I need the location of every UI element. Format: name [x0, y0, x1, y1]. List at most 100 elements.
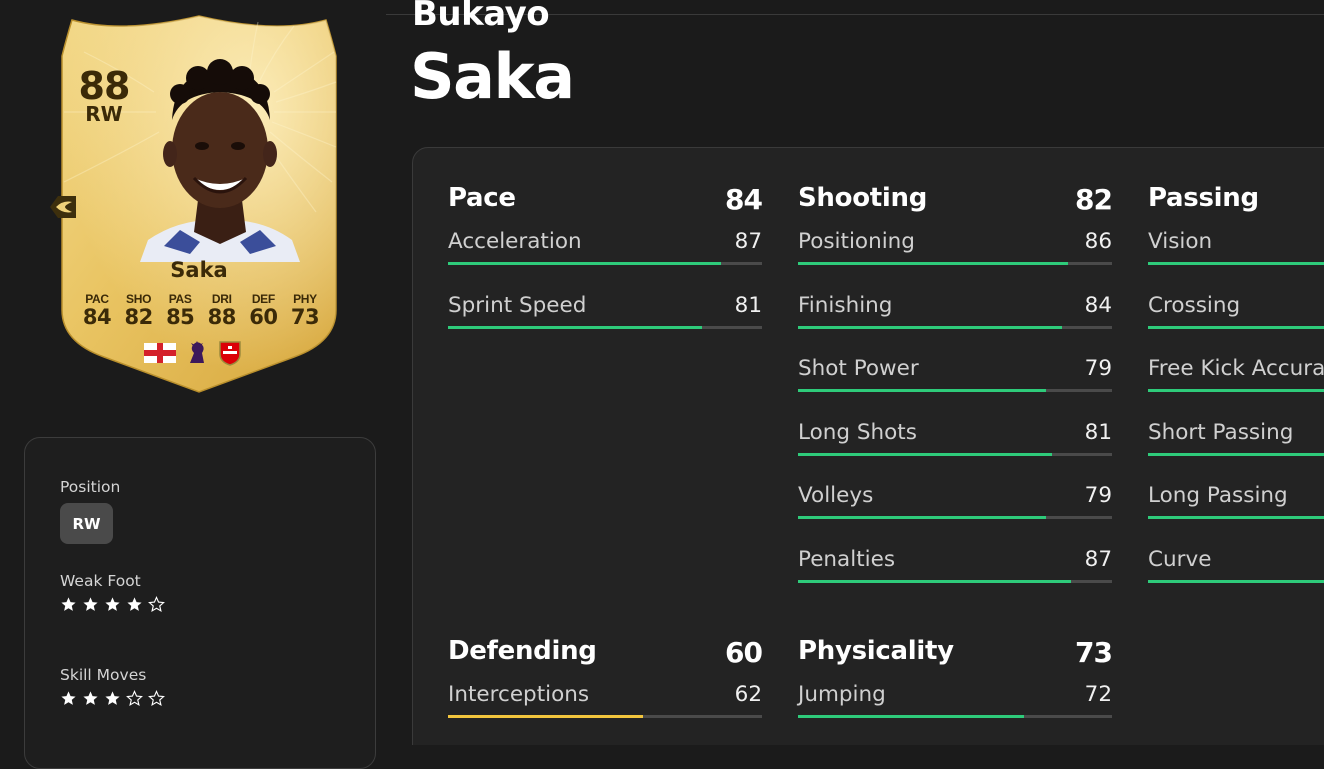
- attribute-bar-track: [798, 715, 1112, 718]
- player-info-panel: Position RW Weak Foot Skill Moves: [24, 437, 376, 769]
- england-flag-icon: [144, 343, 176, 363]
- star-filled-icon: [105, 691, 120, 705]
- star-empty-icon: [126, 690, 143, 707]
- player-first-name: Bukayo: [412, 0, 550, 34]
- group-name: Shooting: [798, 183, 928, 213]
- attribute-row: Shot Power 79: [798, 350, 1112, 414]
- attribute-bar-fill: [448, 325, 703, 329]
- attribute-name: Jumping: [798, 682, 886, 707]
- attribute-bar-fill: [1148, 516, 1324, 519]
- card-stat-pac: PAC 84: [77, 292, 117, 329]
- attribute-row: Penalties 87: [798, 541, 1112, 605]
- card-stat-dri: DRI 88: [202, 292, 242, 329]
- card-stat-label: DRI: [211, 292, 232, 306]
- attribute-value: 72: [1084, 682, 1112, 707]
- attribute-value: 81: [734, 292, 762, 318]
- card-stat-value: 82: [124, 305, 153, 329]
- card-stat-label: DEF: [251, 292, 275, 306]
- attribute-value: 87: [734, 229, 762, 254]
- card-badges: [144, 340, 242, 366]
- attribute-bar-fill: [798, 452, 1053, 456]
- attribute-row: Positioning 86: [798, 223, 1112, 287]
- attribute-bar-track: [798, 389, 1112, 392]
- position-label: Position: [60, 478, 121, 496]
- card-stat-phy: PHY 73: [285, 292, 325, 329]
- weak-foot-rating: [60, 596, 165, 613]
- player-last-name: Saka: [410, 40, 575, 113]
- group-name: Defending: [448, 636, 597, 666]
- attribute-bar-track: [1148, 389, 1324, 392]
- premier-league-icon: [190, 341, 204, 363]
- attribute-name: Long Passing: [1148, 483, 1288, 508]
- star-filled-icon: [83, 597, 98, 611]
- card-stat-label: PAS: [168, 292, 192, 306]
- attribute-name: Volleys: [798, 483, 874, 508]
- attribute-bar-fill: [1148, 452, 1324, 456]
- attribute-bar-fill: [1148, 262, 1324, 265]
- attribute-row: Acceleration 87: [448, 223, 762, 287]
- attribute-name: Short Passing: [1148, 419, 1294, 445]
- card-stats: PAC 84 SHO 82 PAS 85 DRI 88 DEF 60 PHY 7…: [77, 292, 325, 329]
- card-stat-sho: SHO 82: [119, 292, 159, 329]
- attribute-bar-track: [1148, 325, 1324, 329]
- card-stat-def: DEF 60: [243, 292, 283, 329]
- star-filled-icon: [61, 597, 76, 611]
- attribute-value: 79: [1084, 356, 1112, 381]
- attribute-name: Interceptions: [448, 682, 590, 707]
- card-position: RW: [85, 102, 123, 126]
- attribute-name: Long Shots: [798, 419, 917, 445]
- group-header: Shooting 82: [798, 183, 1113, 223]
- attribute-bar-track: [798, 262, 1112, 265]
- attribute-row: Volleys 79: [798, 477, 1112, 541]
- attribute-row: Curve: [1148, 541, 1324, 605]
- card-stat-value: 60: [249, 305, 278, 329]
- attribute-row: Finishing 84: [798, 287, 1112, 351]
- attribute-name: Free Kick Accura: [1148, 356, 1324, 381]
- attribute-bar-track: [798, 579, 1112, 583]
- attribute-bar-fill: [1148, 389, 1324, 392]
- card-stat-value: 88: [207, 305, 237, 329]
- card-stat-label: SHO: [126, 292, 152, 306]
- attribute-name: Vision: [1148, 229, 1213, 254]
- league-badge-icon: [50, 196, 76, 218]
- attribute-value: 84: [1084, 292, 1112, 318]
- group-value: 82: [1075, 183, 1113, 216]
- star-empty-icon: [148, 596, 165, 613]
- attribute-row: Free Kick Accura: [1148, 350, 1324, 414]
- attribute-bar-fill: [1148, 579, 1324, 583]
- attribute-row: Long Shots 81: [798, 414, 1112, 478]
- attribute-bar-track: [1148, 579, 1324, 583]
- attribute-value: 81: [1084, 419, 1112, 445]
- attribute-bar-track: [798, 452, 1112, 456]
- attribute-name: Crossing: [1148, 292, 1241, 318]
- attribute-group-passing: Passing Vision Crossing Free Kick Accura Sho…: [1148, 183, 1324, 604]
- attribute-group-pace: Pace 84 Acceleration 87 Sprint Speed 81: [448, 183, 763, 350]
- card-stat-value: 73: [290, 305, 320, 329]
- group-name: Pace: [448, 183, 516, 213]
- attribute-name: Penalties: [798, 546, 896, 572]
- attribute-bar-fill: [448, 715, 643, 718]
- group-value: 73: [1075, 636, 1113, 669]
- attribute-bar-fill: [798, 715, 1025, 718]
- card-stat-value: 85: [166, 305, 195, 329]
- attribute-name: Acceleration: [448, 229, 582, 254]
- group-header: Pace 84: [448, 183, 763, 223]
- card-stat-pas: PAS 85: [160, 292, 200, 329]
- attribute-bar-fill: [798, 516, 1047, 519]
- attribute-group-defending: Defending 60 Interceptions 62: [448, 636, 763, 740]
- player-card: 88 RW Saka PAC 84 SHO 82 PAS 85 DRI 88 D…: [44, 12, 354, 397]
- attribute-name: Shot Power: [798, 356, 919, 381]
- position-pill[interactable]: RW: [60, 503, 113, 544]
- attribute-row: Long Passing: [1148, 477, 1324, 541]
- attribute-group-shooting: Shooting 82 Positioning 86 Finishing 84 Shot P…: [798, 183, 1113, 605]
- group-header: Passing: [1148, 183, 1324, 223]
- star-filled-icon: [105, 597, 120, 611]
- attribute-bar-track: [448, 715, 762, 718]
- group-header: Defending 60: [448, 636, 763, 676]
- star-filled-icon: [61, 691, 76, 705]
- attribute-name: Sprint Speed: [448, 292, 587, 318]
- attribute-name: Positioning: [798, 229, 915, 254]
- attribute-row: Vision: [1148, 223, 1324, 287]
- attribute-row: Interceptions 62: [448, 676, 762, 740]
- skill-moves-rating: [60, 690, 165, 707]
